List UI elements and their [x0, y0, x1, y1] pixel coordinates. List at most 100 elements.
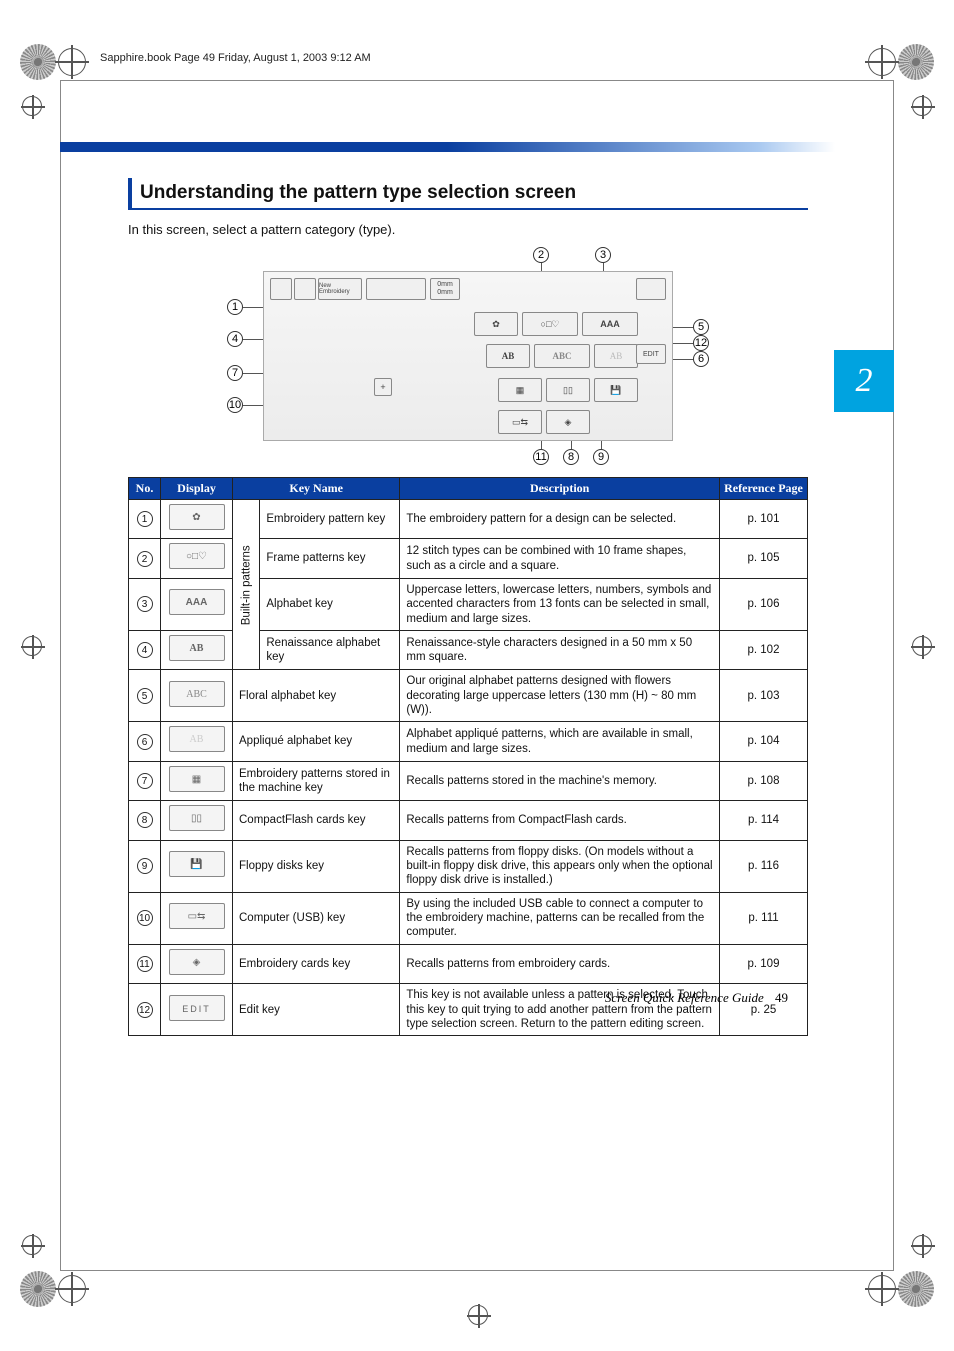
key-plus: +: [374, 378, 392, 396]
key-usb: ▭⇆: [498, 410, 542, 434]
keyname: Appliqué alphabet key: [233, 722, 400, 761]
refpage: p. 104: [720, 722, 808, 761]
refpage: p. 114: [720, 801, 808, 840]
keyname: Frame patterns key: [260, 539, 400, 578]
keyname: Embroidery pattern key: [260, 500, 400, 539]
table-row: 8 ▯▯ CompactFlash cards key Recalls patt…: [129, 801, 808, 840]
row-no: 3: [137, 596, 153, 612]
key-frame-patterns: ○□♡: [522, 312, 578, 336]
hdr-0mm-1: 0mm: [437, 281, 453, 289]
register-mark-right: [912, 96, 932, 116]
key-machine-memory: ▦: [498, 378, 542, 402]
register-mark-br2: [912, 1235, 932, 1255]
hdr-btn-1: [270, 278, 292, 300]
desc: 12 stitch types can be combined with 10 …: [400, 539, 720, 578]
desc: Recalls patterns from embroidery cards.: [400, 944, 720, 983]
keyname: Floral alphabet key: [233, 670, 400, 722]
selection-screen-diagram: 2 3 1 4 7 10 5 12 6 11 8 9 New Embroider…: [233, 249, 703, 459]
row-no: 2: [137, 551, 153, 567]
refpage: p. 111: [720, 892, 808, 944]
hdr-btn-embroidery: New Embroidery: [318, 278, 362, 300]
hdr-btn-0mm: 0mm 0mm: [430, 278, 460, 300]
disp-icon: AB: [169, 635, 225, 661]
row-no: 9: [137, 858, 153, 874]
hdr-btn-3: [366, 278, 426, 300]
refpage: p. 102: [720, 630, 808, 669]
keyname: Computer (USB) key: [233, 892, 400, 944]
refpage: p. 105: [720, 539, 808, 578]
keyname: Renaissance alphabet key: [260, 630, 400, 669]
key-embroidery-cards: ◈: [546, 410, 590, 434]
desc: By using the included USB cable to conne…: [400, 892, 720, 944]
callout-10: 10: [227, 397, 243, 413]
disp-icon: EDIT: [169, 995, 225, 1021]
refpage: p. 101: [720, 500, 808, 539]
rosette-top-right: [898, 44, 934, 80]
print-header: Sapphire.book Page 49 Friday, August 1, …: [100, 52, 371, 64]
register-mark-bottom-right: [868, 1275, 896, 1303]
footer-page: 49: [775, 990, 788, 1005]
desc: Renaissance-style characters designed in…: [400, 630, 720, 669]
register-mark-top: [58, 48, 86, 76]
disp-icon: ▦: [169, 766, 225, 792]
key-alphabet: AAA: [582, 312, 638, 336]
blue-bar: [60, 142, 835, 152]
row-no: 12: [137, 1002, 153, 1018]
refpage: p. 109: [720, 944, 808, 983]
table-row: 5 ABC Floral alphabet key Our original a…: [129, 670, 808, 722]
keyname: Embroidery patterns stored in the machin…: [233, 761, 400, 800]
disp-icon: 💾: [169, 851, 225, 877]
keyname: Floppy disks key: [233, 840, 400, 892]
key-applique: AB: [594, 344, 638, 368]
register-mark-left: [22, 96, 42, 116]
footer: Screen Quick Reference Guide 49: [605, 990, 788, 1006]
th-keyname: Key Name: [233, 478, 400, 500]
row-no: 7: [137, 773, 153, 789]
row-no: 4: [137, 642, 153, 658]
refpage: p. 103: [720, 670, 808, 722]
callout-2: 2: [533, 247, 549, 263]
callout-1: 1: [227, 299, 243, 315]
th-refpage: Reference Page: [720, 478, 808, 500]
builtin-label: Built-in patterns: [233, 500, 260, 670]
table-row: 1 ✿ Built-in patterns Embroidery pattern…: [129, 500, 808, 539]
table-row: 10 ▭⇆ Computer (USB) key By using the in…: [129, 892, 808, 944]
refpage: p. 106: [720, 578, 808, 630]
desc: Alphabet appliqué patterns, which are av…: [400, 722, 720, 761]
callout-9: 9: [593, 449, 609, 465]
desc: Uppercase letters, lowercase letters, nu…: [400, 578, 720, 630]
keyname: Alphabet key: [260, 578, 400, 630]
disp-icon: ▯▯: [169, 805, 225, 831]
register-mark-mid-left: [22, 636, 42, 656]
rosette-bottom-right: [898, 1271, 934, 1307]
chapter-tab: 2: [834, 350, 894, 412]
disp-icon: ✿: [169, 504, 225, 530]
table-row: 2 ○□♡ Frame patterns key 12 stitch types…: [129, 539, 808, 578]
desc: Our original alphabet patterns designed …: [400, 670, 720, 722]
callout-7: 7: [227, 365, 243, 381]
disp-icon: AB: [169, 726, 225, 752]
row-no: 10: [137, 910, 153, 926]
th-display: Display: [161, 478, 233, 500]
section-title: Understanding the pattern type selection…: [128, 178, 808, 210]
row-no: 11: [137, 956, 153, 972]
disp-icon: ▭⇆: [169, 903, 225, 929]
callout-11: 11: [533, 449, 549, 465]
key-renaissance: AB: [486, 344, 530, 368]
table-row: 3 AAA Alphabet key Uppercase letters, lo…: [129, 578, 808, 630]
register-mark-top-right: [868, 48, 896, 76]
callout-3: 3: [595, 247, 611, 263]
footer-title: Screen Quick Reference Guide: [605, 990, 764, 1005]
row-no: 1: [137, 511, 153, 527]
table-row: 4 AB Renaissance alphabet key Renaissanc…: [129, 630, 808, 669]
disp-icon: ABC: [169, 681, 225, 707]
th-no: No.: [129, 478, 161, 500]
register-mark-mid-right: [912, 636, 932, 656]
rosette-top-left: [20, 44, 56, 80]
keyname: CompactFlash cards key: [233, 801, 400, 840]
disp-icon: AAA: [169, 589, 225, 615]
disp-icon: ○□♡: [169, 543, 225, 569]
register-mark-bc: [468, 1305, 488, 1325]
refpage: p. 108: [720, 761, 808, 800]
callout-5: 5: [693, 319, 709, 335]
